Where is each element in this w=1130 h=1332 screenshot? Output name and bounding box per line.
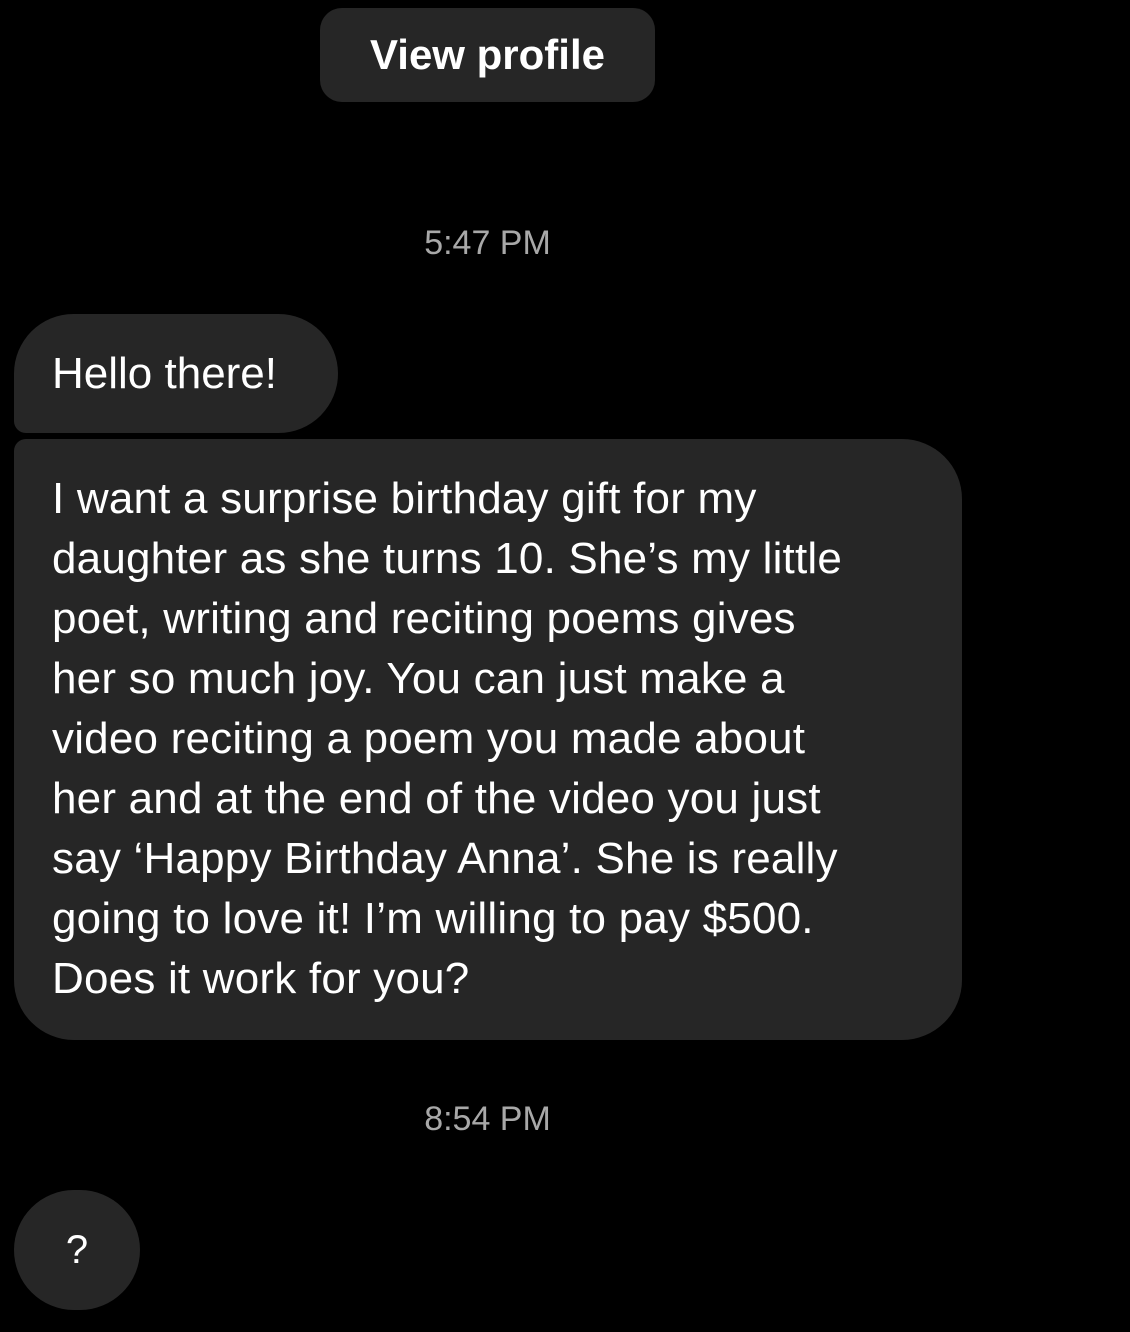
message-line: going to love it! I’m willing to pay $50… <box>52 894 814 943</box>
message-line: Does it work for you? <box>52 954 470 1003</box>
message-bubble-greeting[interactable]: Hello there! <box>14 314 338 433</box>
message-line: daughter as she turns 10. She’s my littl… <box>52 534 843 583</box>
view-profile-button[interactable]: View profile <box>320 8 655 102</box>
message-line: poet, writing and reciting poems gives <box>52 594 796 643</box>
message-bubble-question[interactable]: ? <box>14 1190 140 1310</box>
timestamp: 8:54 PM <box>424 1100 551 1138</box>
message-line: her so much joy. You can just make a <box>52 654 785 703</box>
message-line: her and at the end of the video you just <box>52 774 821 823</box>
message-line: I want a surprise birthday gift for my <box>52 474 757 523</box>
message-bubble-gift-request[interactable]: I want a surprise birthday gift for my d… <box>14 439 962 1040</box>
timestamp: 5:47 PM <box>424 224 551 262</box>
message-line: say ‘Happy Birthday Anna’. She is really <box>52 834 838 883</box>
message-line: video reciting a poem you made about <box>52 714 806 763</box>
